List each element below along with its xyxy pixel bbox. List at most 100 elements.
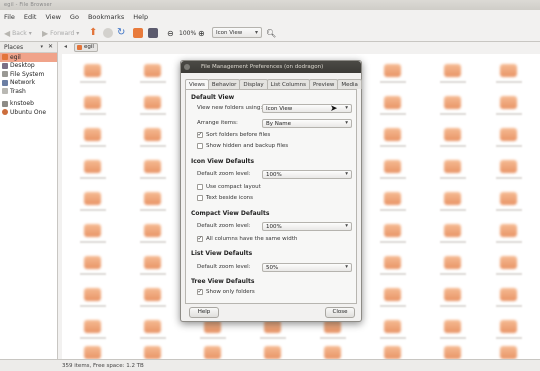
file-icon[interactable] xyxy=(84,288,101,301)
file-icon[interactable] xyxy=(84,346,101,359)
same-width-checkbox[interactable]: All columns have the same width xyxy=(197,235,297,242)
file-icon[interactable] xyxy=(444,346,461,359)
arrange-items-select[interactable]: By Name ▾ xyxy=(262,119,352,128)
zoom-out-button[interactable]: ⊖ xyxy=(167,27,174,39)
file-icon[interactable] xyxy=(144,64,161,77)
show-hidden-checkbox[interactable]: Show hidden and backup files xyxy=(197,143,288,149)
file-icon[interactable] xyxy=(500,256,517,269)
file-icon[interactable] xyxy=(144,320,161,333)
forward-button[interactable]: ▶ Forward ▾ xyxy=(42,27,79,39)
sort-folders-checkbox[interactable]: Sort folders before files xyxy=(197,131,270,138)
dialog-titlebar[interactable]: File Management Preferences (on dodragon… xyxy=(181,61,361,73)
file-icon[interactable] xyxy=(444,160,461,173)
sidebar-item-knstoeb[interactable]: knstoeb xyxy=(0,100,57,109)
file-icon[interactable] xyxy=(84,128,101,141)
menu-go[interactable]: Go xyxy=(70,13,79,23)
file-icon[interactable] xyxy=(500,96,517,109)
file-icon[interactable] xyxy=(384,288,401,301)
back-button[interactable]: ◀ Back ▾ xyxy=(4,27,32,39)
sidebar-item-desktop[interactable]: Desktop xyxy=(0,62,57,71)
file-icon[interactable] xyxy=(500,128,517,141)
chevron-left-icon[interactable]: ◂ xyxy=(64,43,67,50)
file-icon[interactable] xyxy=(384,346,401,359)
only-folders-checkbox[interactable]: Show only folders xyxy=(197,288,255,295)
computer-button[interactable] xyxy=(148,27,158,39)
file-icon[interactable] xyxy=(384,160,401,173)
file-icon[interactable] xyxy=(84,224,101,237)
file-icon[interactable] xyxy=(144,346,161,359)
file-icon[interactable] xyxy=(500,192,517,205)
file-icon[interactable] xyxy=(144,96,161,109)
file-icon[interactable] xyxy=(444,192,461,205)
new-folders-view-select[interactable]: Icon View ▾ xyxy=(262,104,352,113)
file-icon[interactable] xyxy=(384,256,401,269)
file-icon[interactable] xyxy=(384,64,401,77)
close-icon[interactable]: ✕ xyxy=(48,43,53,50)
path-button-egil[interactable]: egil xyxy=(74,43,98,52)
file-icon[interactable] xyxy=(144,288,161,301)
file-icon[interactable] xyxy=(84,96,101,109)
sidebar-item-network[interactable]: Network xyxy=(0,79,57,88)
file-icon[interactable] xyxy=(500,160,517,173)
window-titlebar[interactable]: egil - File Browser xyxy=(0,0,540,10)
zoom-in-button[interactable]: ⊕ xyxy=(198,27,205,39)
text-beside-icons-checkbox[interactable]: Text beside icons xyxy=(197,195,253,201)
view-mode-select[interactable]: Icon View xyxy=(212,27,262,38)
sidebar-item-file-system[interactable]: File System xyxy=(0,70,57,79)
file-icon[interactable] xyxy=(84,256,101,269)
menu-help[interactable]: Help xyxy=(133,13,148,23)
menu-view[interactable]: View xyxy=(45,13,60,23)
close-button[interactable]: Close xyxy=(325,307,355,318)
tab-display[interactable]: Display xyxy=(239,79,268,89)
list-zoom-select[interactable]: 50% ▾ xyxy=(262,263,352,272)
file-icon[interactable] xyxy=(444,64,461,77)
file-icon[interactable] xyxy=(384,128,401,141)
menu-edit[interactable]: Edit xyxy=(24,13,37,23)
file-icon[interactable] xyxy=(444,256,461,269)
stop-button[interactable] xyxy=(103,27,113,39)
file-icon[interactable] xyxy=(444,128,461,141)
close-icon[interactable] xyxy=(184,64,190,70)
file-icon[interactable] xyxy=(324,346,341,359)
compact-layout-checkbox[interactable]: Use compact layout xyxy=(197,184,261,190)
home-button[interactable] xyxy=(133,27,143,39)
file-icon[interactable] xyxy=(144,256,161,269)
chevron-down-icon[interactable]: ▾ xyxy=(40,44,43,50)
icon-zoom-select[interactable]: 100% ▾ xyxy=(262,170,352,179)
reload-button[interactable]: ↻ xyxy=(117,27,127,39)
file-icon[interactable] xyxy=(144,192,161,205)
file-icon[interactable] xyxy=(384,192,401,205)
sidebar-item-egil[interactable]: egil xyxy=(0,53,57,62)
menu-file[interactable]: File xyxy=(4,13,15,23)
file-icon[interactable] xyxy=(84,192,101,205)
sidebar-item-ubuntu-one[interactable]: Ubuntu One xyxy=(0,108,57,117)
tab-preview[interactable]: Preview xyxy=(308,79,339,89)
file-icon[interactable] xyxy=(444,96,461,109)
file-icon[interactable] xyxy=(384,96,401,109)
file-icon[interactable] xyxy=(500,288,517,301)
file-icon[interactable] xyxy=(500,346,517,359)
file-icon[interactable] xyxy=(84,160,101,173)
file-icon[interactable] xyxy=(384,224,401,237)
file-icon[interactable] xyxy=(384,320,401,333)
tab-behavior[interactable]: Behavior xyxy=(207,79,241,89)
file-icon[interactable] xyxy=(144,128,161,141)
menu-bookmarks[interactable]: Bookmarks xyxy=(88,13,124,23)
file-icon[interactable] xyxy=(144,160,161,173)
file-icon[interactable] xyxy=(144,224,161,237)
file-icon[interactable] xyxy=(500,320,517,333)
sidebar-item-trash[interactable]: Trash xyxy=(0,87,57,96)
file-icon[interactable] xyxy=(264,346,281,359)
file-icon[interactable] xyxy=(84,320,101,333)
file-icon[interactable] xyxy=(444,288,461,301)
up-button[interactable]: ⬆ xyxy=(89,27,99,39)
file-icon[interactable] xyxy=(500,64,517,77)
file-icon[interactable] xyxy=(444,224,461,237)
file-icon[interactable] xyxy=(84,64,101,77)
file-icon[interactable] xyxy=(500,224,517,237)
tab-list-columns[interactable]: List Columns xyxy=(266,79,310,89)
file-icon[interactable] xyxy=(444,320,461,333)
help-button[interactable]: Help xyxy=(189,307,219,318)
file-icon[interactable] xyxy=(204,346,221,359)
tab-media[interactable]: Media xyxy=(337,79,362,89)
